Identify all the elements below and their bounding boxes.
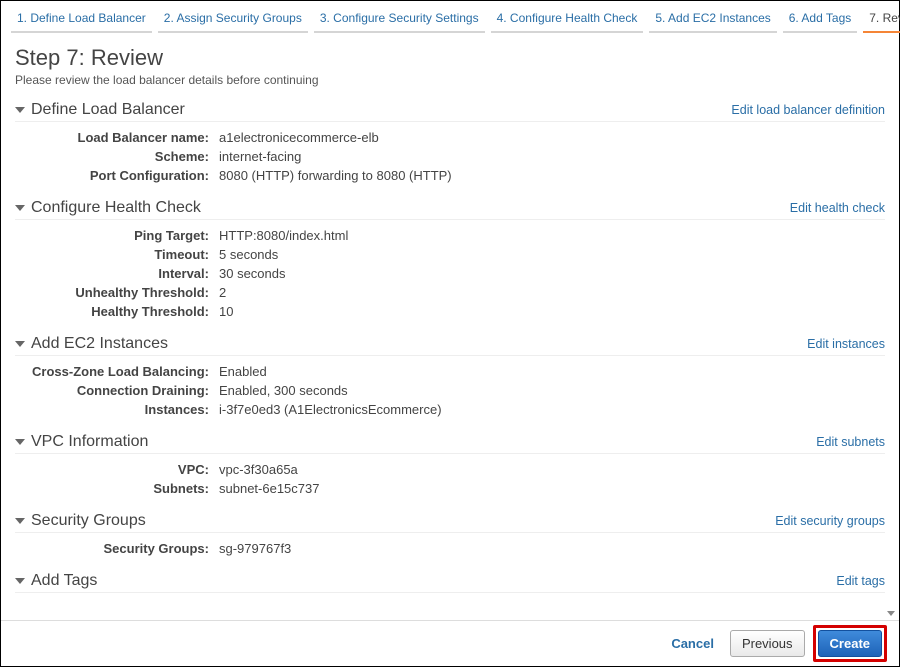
- kv-value: Enabled, 300 seconds: [215, 383, 348, 398]
- previous-button[interactable]: Previous: [730, 630, 805, 657]
- caret-down-icon: [15, 107, 25, 113]
- kv-value: sg-979767f3: [215, 541, 291, 556]
- kv-row: Subnets subnet-6e15c737: [15, 479, 885, 498]
- section-toggle-health-check[interactable]: Configure Health Check: [15, 199, 201, 217]
- caret-down-icon: [15, 578, 25, 584]
- kv-row: Ping Target HTTP:8080/index.html: [15, 226, 885, 245]
- section-toggle-vpc[interactable]: VPC Information: [15, 433, 148, 451]
- kv-value: 8080 (HTTP) forwarding to 8080 (HTTP): [215, 168, 452, 183]
- section-title: Add Tags: [31, 572, 97, 590]
- kv-value: HTTP:8080/index.html: [215, 228, 348, 243]
- section-toggle-ec2[interactable]: Add EC2 Instances: [15, 335, 168, 353]
- kv-value: i-3f7e0ed3 (A1ElectronicsEcommerce): [215, 402, 442, 417]
- caret-down-icon: [15, 439, 25, 445]
- kv-row: Load Balancer name a1electronicecommerce…: [15, 128, 885, 147]
- kv-row: Unhealthy Threshold 2: [15, 283, 885, 302]
- section-vpc-information: VPC Information Edit subnets VPC vpc-3f3…: [15, 433, 885, 498]
- kv-row: VPC vpc-3f30a65a: [15, 460, 885, 479]
- wizard-footer: Cancel Previous Create: [1, 620, 899, 666]
- kv-row: Interval 30 seconds: [15, 264, 885, 283]
- kv-value: vpc-3f30a65a: [215, 462, 298, 477]
- kv-key: Security Groups: [15, 541, 215, 556]
- section-title: VPC Information: [31, 433, 148, 451]
- kv-value: Enabled: [215, 364, 267, 379]
- tab-review[interactable]: 7. Review: [863, 7, 900, 33]
- edit-tags-link[interactable]: Edit tags: [836, 574, 885, 588]
- kv-row: Healthy Threshold 10: [15, 302, 885, 321]
- kv-key: Load Balancer name: [15, 130, 215, 145]
- caret-down-icon: [15, 205, 25, 211]
- section-security-groups: Security Groups Edit security groups Sec…: [15, 512, 885, 558]
- edit-health-check-link[interactable]: Edit health check: [790, 201, 885, 215]
- review-content: Step 7: Review Please review the load ba…: [1, 31, 899, 620]
- kv-value: 30 seconds: [215, 266, 286, 281]
- section-title: Define Load Balancer: [31, 101, 185, 119]
- section-configure-health-check: Configure Health Check Edit health check…: [15, 199, 885, 321]
- kv-value: 10: [215, 304, 233, 319]
- cancel-button[interactable]: Cancel: [663, 631, 722, 656]
- kv-key: Unhealthy Threshold: [15, 285, 215, 300]
- kv-key: Ping Target: [15, 228, 215, 243]
- kv-row: Timeout 5 seconds: [15, 245, 885, 264]
- kv-key: Scheme: [15, 149, 215, 164]
- edit-load-balancer-definition-link[interactable]: Edit load balancer definition: [731, 103, 885, 117]
- edit-security-groups-link[interactable]: Edit security groups: [775, 514, 885, 528]
- kv-key: Interval: [15, 266, 215, 281]
- kv-key: VPC: [15, 462, 215, 477]
- tab-add-tags[interactable]: 6. Add Tags: [783, 7, 858, 33]
- kv-row: Instances i-3f7e0ed3 (A1ElectronicsEcomm…: [15, 400, 885, 419]
- section-toggle-security-groups[interactable]: Security Groups: [15, 512, 146, 530]
- kv-key: Port Configuration: [15, 168, 215, 183]
- edit-instances-link[interactable]: Edit instances: [807, 337, 885, 351]
- kv-value: internet-facing: [215, 149, 301, 164]
- kv-key: Healthy Threshold: [15, 304, 215, 319]
- kv-value: subnet-6e15c737: [215, 481, 319, 496]
- caret-down-icon: [15, 518, 25, 524]
- kv-key: Cross-Zone Load Balancing: [15, 364, 215, 379]
- tab-add-ec2-instances[interactable]: 5. Add EC2 Instances: [649, 7, 776, 33]
- kv-row: Connection Draining Enabled, 300 seconds: [15, 381, 885, 400]
- kv-value: 5 seconds: [215, 247, 278, 262]
- section-add-tags: Add Tags Edit tags: [15, 572, 885, 593]
- section-title: Security Groups: [31, 512, 146, 530]
- wizard-tabs: 1. Define Load Balancer 2. Assign Securi…: [1, 1, 899, 33]
- section-title: Add EC2 Instances: [31, 335, 168, 353]
- kv-key: Instances: [15, 402, 215, 417]
- tab-configure-health-check[interactable]: 4. Configure Health Check: [491, 7, 644, 33]
- kv-row: Cross-Zone Load Balancing Enabled: [15, 362, 885, 381]
- tab-define-load-balancer[interactable]: 1. Define Load Balancer: [11, 7, 152, 33]
- section-define-load-balancer: Define Load Balancer Edit load balancer …: [15, 101, 885, 185]
- kv-row: Security Groups sg-979767f3: [15, 539, 885, 558]
- scroll-down-icon[interactable]: [887, 611, 895, 616]
- section-toggle-add-tags[interactable]: Add Tags: [15, 572, 97, 590]
- kv-key: Timeout: [15, 247, 215, 262]
- section-toggle-define-lb[interactable]: Define Load Balancer: [15, 101, 185, 119]
- page-title: Step 7: Review: [15, 45, 885, 71]
- kv-key: Connection Draining: [15, 383, 215, 398]
- kv-value: a1electronicecommerce-elb: [215, 130, 379, 145]
- section-title: Configure Health Check: [31, 199, 201, 217]
- kv-value: 2: [215, 285, 226, 300]
- section-add-ec2-instances: Add EC2 Instances Edit instances Cross-Z…: [15, 335, 885, 419]
- edit-subnets-link[interactable]: Edit subnets: [816, 435, 885, 449]
- tab-configure-security-settings[interactable]: 3. Configure Security Settings: [314, 7, 485, 33]
- page-subtitle: Please review the load balancer details …: [15, 73, 885, 87]
- create-button[interactable]: Create: [818, 630, 882, 657]
- kv-row: Port Configuration 8080 (HTTP) forwardin…: [15, 166, 885, 185]
- create-button-highlight: Create: [813, 625, 887, 662]
- caret-down-icon: [15, 341, 25, 347]
- kv-key: Subnets: [15, 481, 215, 496]
- kv-row: Scheme internet-facing: [15, 147, 885, 166]
- tab-assign-security-groups[interactable]: 2. Assign Security Groups: [158, 7, 308, 33]
